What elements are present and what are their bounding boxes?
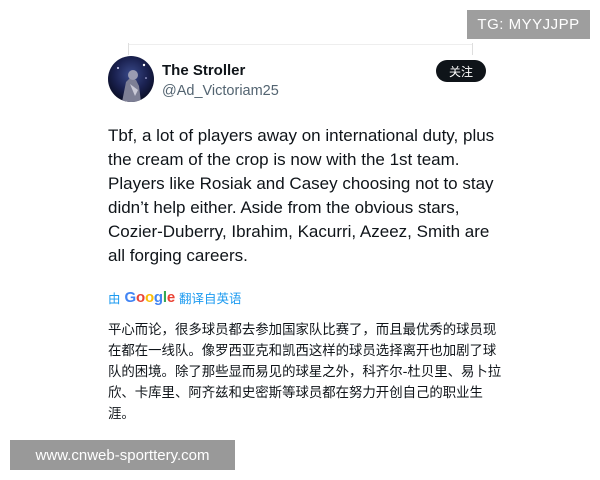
name-block: The Stroller @Ad_Victoriam25 — [162, 62, 279, 101]
divider — [128, 44, 473, 45]
user-handle[interactable]: @Ad_Victoriam25 — [162, 81, 279, 101]
google-logo: Google — [124, 288, 176, 306]
translation-attribution[interactable]: 由 Google 翻译自英语 — [108, 288, 242, 306]
display-name[interactable]: The Stroller — [162, 62, 279, 80]
avatar[interactable] — [108, 56, 154, 102]
tweet-body: Tbf, a lot of players away on internatio… — [108, 126, 495, 265]
site-watermark: www.cnweb-sporttery.com — [10, 440, 235, 470]
avatar-image-icon — [108, 56, 154, 102]
translated-body: 平心而论，很多球员都去参加国家队比赛了，而且最优秀的球员现在都在一线队。像罗西亚… — [108, 323, 502, 422]
translate-suffix: 翻译自英语 — [179, 290, 242, 306]
tg-badge: TG: MYYJJPP — [467, 10, 590, 39]
follow-button[interactable]: 关注 — [436, 60, 486, 82]
tweet-header: The Stroller @Ad_Victoriam25 关注 — [108, 56, 486, 106]
divider-tick-left — [128, 43, 129, 55]
divider-tick-right — [472, 43, 473, 55]
translate-prefix: 由 — [108, 290, 121, 306]
